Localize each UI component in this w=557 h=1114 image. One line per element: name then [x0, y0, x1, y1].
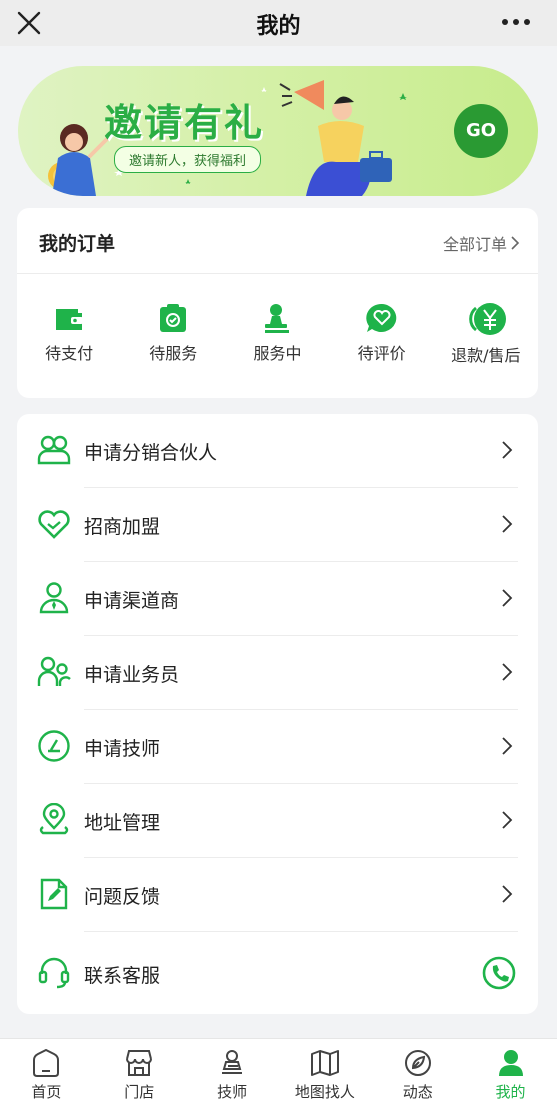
menu-item-feedback[interactable]: 问题反馈	[17, 858, 538, 932]
tab-technician[interactable]: 技师	[186, 1039, 279, 1114]
wallet-icon	[56, 309, 84, 330]
page-title: 我的	[256, 14, 301, 39]
order-status-label: 待评价	[357, 344, 406, 363]
menu-item-label: 地址管理	[84, 812, 161, 834]
map-icon	[310, 1050, 339, 1076]
order-status-label: 服务中	[253, 344, 302, 363]
menu-card: 申请分销合伙人 招商加盟 申请渠道商 申请业务员 申请技师 地址管理 问题反馈 …	[17, 414, 538, 1014]
menu-item-label: 申请技师	[84, 738, 161, 760]
menu-item-label: 申请分销合伙人	[84, 442, 218, 464]
home-icon	[33, 1049, 60, 1077]
person-tie-icon	[39, 582, 69, 614]
tab-label: 我的	[495, 1083, 526, 1101]
store-icon	[126, 1050, 153, 1076]
location-pin-icon	[39, 803, 69, 835]
all-orders-link[interactable]: 全部订单	[443, 231, 520, 255]
heart-handshake-icon	[38, 510, 70, 539]
chevron-right-icon	[502, 515, 513, 533]
tab-mine[interactable]: 我的	[464, 1039, 557, 1114]
menu-item-label: 招商加盟	[84, 516, 161, 538]
tab-label: 技师	[217, 1083, 248, 1101]
more-icon[interactable]	[501, 18, 531, 26]
stamp-icon	[265, 304, 290, 333]
tab-label: 门店	[124, 1083, 155, 1101]
staff-icon	[37, 656, 71, 686]
menu-item-label: 申请业务员	[84, 664, 180, 686]
tab-moments[interactable]: 动态	[371, 1039, 464, 1114]
banner-title: 邀请有礼	[104, 101, 265, 145]
menu-item-label: 问题反馈	[84, 886, 161, 908]
menu-item-address[interactable]: 地址管理	[17, 784, 538, 858]
menu-item-salesperson[interactable]: 申请业务员	[17, 636, 538, 710]
chevron-right-icon	[502, 885, 513, 903]
partners-icon	[37, 435, 71, 465]
order-refund[interactable]: 退款/售后	[434, 302, 538, 366]
menu-item-customer-service[interactable]: 联系客服	[17, 940, 538, 1014]
banner-go-button[interactable]: GO	[454, 104, 508, 158]
order-pending-review[interactable]: 待评价	[330, 302, 434, 366]
clipboard-check-icon	[160, 304, 187, 332]
menu-item-technician[interactable]: 申请技师	[17, 710, 538, 784]
menu-item-distribution-partner[interactable]: 申请分销合伙人	[17, 414, 538, 488]
tab-label: 动态	[402, 1083, 433, 1101]
technician-icon	[38, 730, 70, 762]
orders-card: 我的订单 全部订单 待支付 待服务 服务中 待评价 退款/售后	[17, 208, 538, 398]
tab-label: 首页	[31, 1083, 62, 1101]
tab-map-search[interactable]: 地图找人	[278, 1039, 371, 1114]
chevron-right-icon	[502, 811, 513, 829]
phone-call-icon[interactable]	[482, 956, 516, 990]
order-pending-payment[interactable]: 待支付	[17, 302, 121, 366]
user-icon	[498, 1050, 523, 1076]
compass-leaf-icon	[404, 1050, 431, 1076]
chevron-right-icon	[502, 737, 513, 755]
divider	[84, 931, 518, 932]
chevron-right-icon	[502, 589, 513, 607]
technician-tab-icon	[222, 1050, 243, 1074]
chevron-right-icon	[502, 441, 513, 459]
orders-title: 我的订单	[39, 233, 116, 255]
order-status-label: 待服务	[149, 344, 198, 363]
tab-label: 地图找人	[294, 1083, 355, 1101]
bottom-tab-bar: 首页 门店 技师 地图找人 动态 我的	[0, 1038, 557, 1114]
menu-item-label: 申请渠道商	[84, 590, 180, 612]
chevron-right-icon	[502, 663, 513, 681]
banner-subtitle: 邀请新人，获得福利	[114, 146, 262, 173]
feedback-doc-icon	[40, 878, 68, 910]
order-pending-service[interactable]: 待服务	[121, 302, 225, 366]
order-status-label: 待支付	[45, 344, 94, 363]
yen-refund-icon	[469, 303, 506, 335]
all-orders-label: 全部订单	[442, 235, 507, 254]
invite-banner[interactable]: 邀请有礼 邀请新人，获得福利 GO	[18, 66, 538, 196]
heart-chat-icon	[365, 303, 396, 332]
order-status-label: 退款/售后	[451, 346, 521, 365]
top-bar: 我的	[0, 0, 557, 46]
tab-store[interactable]: 门店	[93, 1039, 186, 1114]
menu-item-franchise[interactable]: 招商加盟	[17, 488, 538, 562]
menu-item-channel-partner[interactable]: 申请渠道商	[17, 562, 538, 636]
chevron-right-icon	[511, 236, 520, 250]
orders-header: 我的订单 全部订单	[17, 208, 538, 274]
menu-item-label: 联系客服	[84, 965, 161, 987]
order-in-service[interactable]: 服务中	[225, 302, 329, 366]
headset-icon	[38, 957, 70, 989]
tab-home[interactable]: 首页	[0, 1039, 93, 1114]
